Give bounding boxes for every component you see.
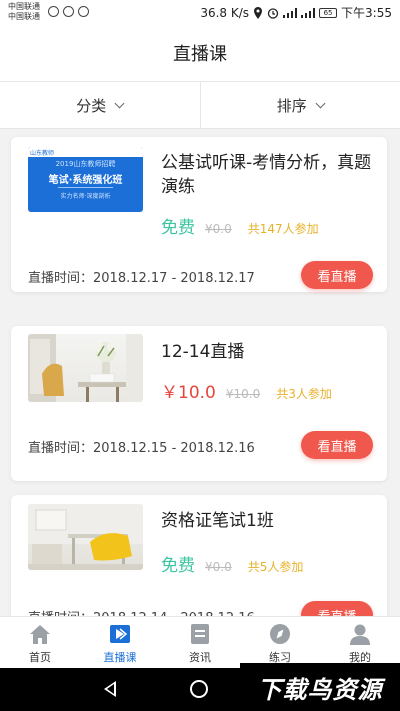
- watermark: 下载鸟资源: [240, 663, 400, 711]
- app-icon: [78, 6, 89, 17]
- status-bar: 中国联通 中国联通 36.8 K/s 65 下午3:55: [0, 0, 400, 24]
- compass-icon: [270, 624, 290, 644]
- course-card[interactable]: 12-14直播 ￥10.0 ¥10.0 共3人参加 直播时间：2018.12.1…: [11, 326, 387, 481]
- course-card[interactable]: 山东教师 2019山东教师招聘 笔试·系统强化班 实力名师·深度剖析 公基试听课…: [11, 137, 387, 292]
- back-icon-inner: [107, 684, 114, 694]
- home-circle-icon[interactable]: [190, 680, 208, 698]
- tab-practice[interactable]: 练习: [240, 617, 320, 668]
- location-icon: [254, 6, 263, 19]
- user-icon: [350, 624, 370, 645]
- category-filter[interactable]: 分类: [0, 82, 200, 128]
- live-time: 直播时间：2018.12.15 - 2018.12.16: [28, 441, 255, 456]
- room-photo: [28, 504, 143, 570]
- tab-live[interactable]: 直播课: [80, 617, 160, 668]
- category-filter-label: 分类: [76, 96, 107, 115]
- course-thumbnail: 山东教师 2019山东教师招聘 笔试·系统强化班 实力名师·深度剖析: [28, 147, 143, 212]
- course-thumbnail: [28, 334, 143, 402]
- live-time: 直播时间：2018.12.14 - 2018.12.16: [28, 607, 255, 616]
- course-card[interactable]: 资格证笔试1班 免费 ¥0.0 共5人参加 直播时间：2018.12.14 - …: [11, 495, 387, 616]
- tab-news[interactable]: 资讯: [160, 617, 240, 668]
- carrier-1: 中国联通: [8, 2, 40, 11]
- original-price: ¥0.0: [205, 560, 232, 574]
- net-speed: 36.8 K/s: [200, 5, 250, 20]
- signal-icon: [283, 7, 298, 18]
- live-icon: [110, 625, 130, 643]
- sort-filter[interactable]: 排序: [199, 82, 400, 128]
- status-right: 36.8 K/s 65 下午3:55: [200, 4, 392, 21]
- carrier-labels: 中国联通 中国联通: [8, 2, 40, 22]
- participant-count: 共147人参加: [247, 222, 319, 236]
- course-title: 公基试听课-考情分析，真题演练: [161, 153, 372, 197]
- carrier-2: 中国联通: [8, 12, 40, 21]
- watch-live-button[interactable]: 看直播: [301, 431, 373, 459]
- alarm-icon: [267, 7, 279, 19]
- sort-filter-label: 排序: [276, 96, 307, 115]
- course-thumbnail: [28, 504, 143, 570]
- notification-icons: [48, 6, 89, 17]
- tab-label: 资讯: [189, 651, 211, 664]
- watch-live-button[interactable]: 看直播: [301, 261, 373, 289]
- participant-count: 共5人参加: [247, 560, 304, 574]
- tab-profile[interactable]: 我的: [320, 617, 400, 668]
- home-icon: [30, 625, 50, 644]
- thumbnail-main-text: 笔试·系统强化班: [48, 175, 123, 186]
- course-price: 免费: [161, 556, 195, 576]
- thumbnail-header: 山东教师: [28, 147, 143, 157]
- course-price: 免费: [161, 218, 195, 238]
- thumbnail-divider: [58, 187, 113, 188]
- thumbnail-tagline: 实力名师·深度剖析: [60, 193, 111, 200]
- price-row: 免费 ¥0.0 共5人参加: [161, 551, 303, 576]
- filter-bar: 分类 排序: [0, 81, 400, 129]
- course-list: 山东教师 2019山东教师招聘 笔试·系统强化班 实力名师·深度剖析 公基试听课…: [0, 129, 400, 616]
- header: 直播课: [0, 24, 400, 81]
- tab-label: 首页: [29, 651, 51, 664]
- bottom-tab-bar: 首页 直播课 资讯 练习 我的: [0, 616, 400, 668]
- tab-home[interactable]: 首页: [0, 617, 80, 668]
- watch-live-button[interactable]: 看直播: [301, 601, 373, 616]
- chevron-down-icon: [315, 98, 326, 108]
- signal-icon-2: [301, 7, 316, 18]
- thumbnail-subtitle: 2019山东教师招聘: [55, 160, 116, 168]
- original-price: ¥10.0: [225, 387, 261, 401]
- page-title: 直播课: [173, 43, 227, 65]
- tab-label: 直播课: [103, 651, 137, 664]
- chevron-down-icon: [114, 98, 125, 108]
- room-photo: [28, 334, 143, 402]
- course-title: 资格证笔试1班: [161, 511, 274, 531]
- price-row: ￥10.0 ¥10.0 共3人参加: [161, 378, 332, 403]
- live-time: 直播时间：2018.12.17 - 2018.12.17: [28, 271, 255, 286]
- news-icon: [191, 624, 209, 644]
- course-title: 12-14直播: [161, 342, 245, 362]
- participant-count: 共3人参加: [276, 387, 332, 401]
- battery-icon: 65: [319, 7, 338, 18]
- clock: 下午3:55: [341, 6, 392, 20]
- wechat-icon: [48, 6, 59, 17]
- price-row: 免费 ¥0.0 共147人参加: [161, 213, 319, 238]
- original-price: ¥0.0: [205, 222, 232, 236]
- browser-icon: [63, 6, 74, 17]
- course-price: ￥10.0: [161, 383, 216, 403]
- thumbnail-badge: 山东教师: [30, 150, 55, 157]
